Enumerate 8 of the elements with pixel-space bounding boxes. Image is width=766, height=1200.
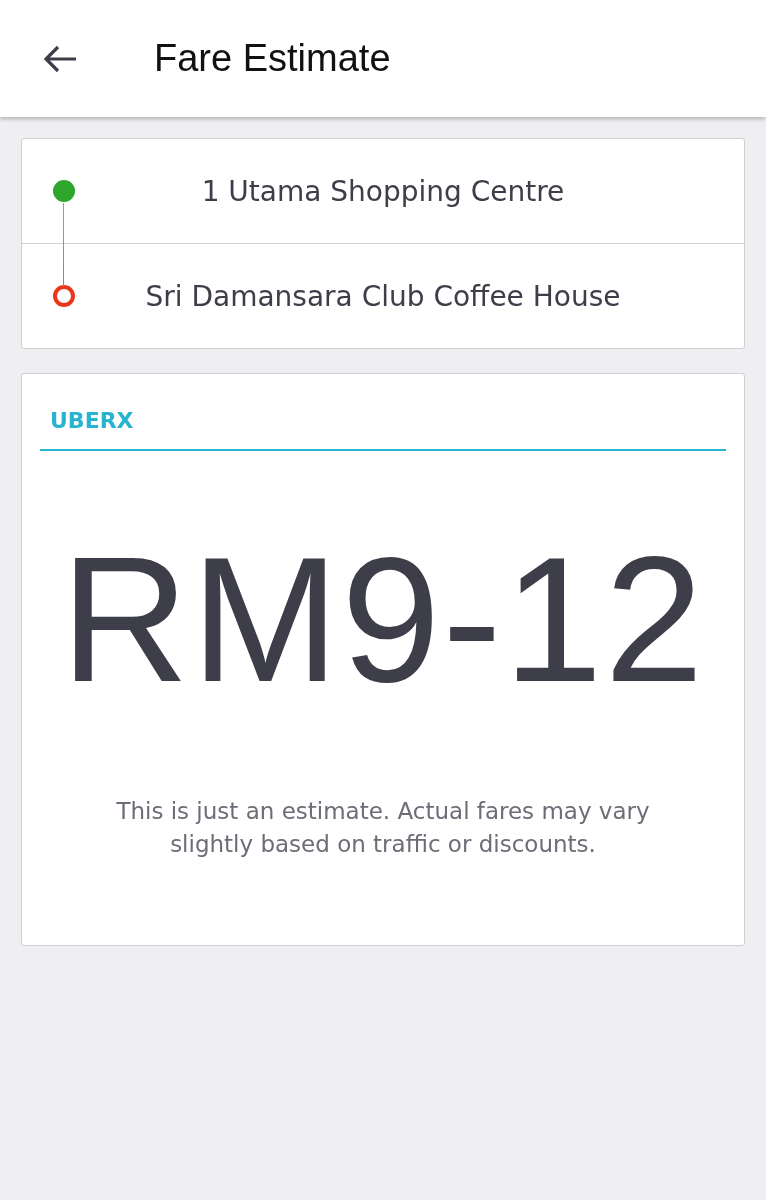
- estimate-note: This is just an estimate. Actual fares may vary slightly based on traffic or discounts.: [115, 797, 651, 859]
- back-arrow-icon: [42, 43, 78, 74]
- dropoff-ring-icon: [52, 284, 76, 308]
- fare-price: RM9-12: [59, 531, 707, 709]
- location-name[interactable]: Sri Damansara Club Coffee House: [106, 279, 660, 313]
- location-name[interactable]: 1 Utama Shopping Centre: [106, 174, 660, 208]
- screen-title: Fare Estimate: [154, 37, 391, 80]
- pickup-dot-icon: [52, 179, 76, 203]
